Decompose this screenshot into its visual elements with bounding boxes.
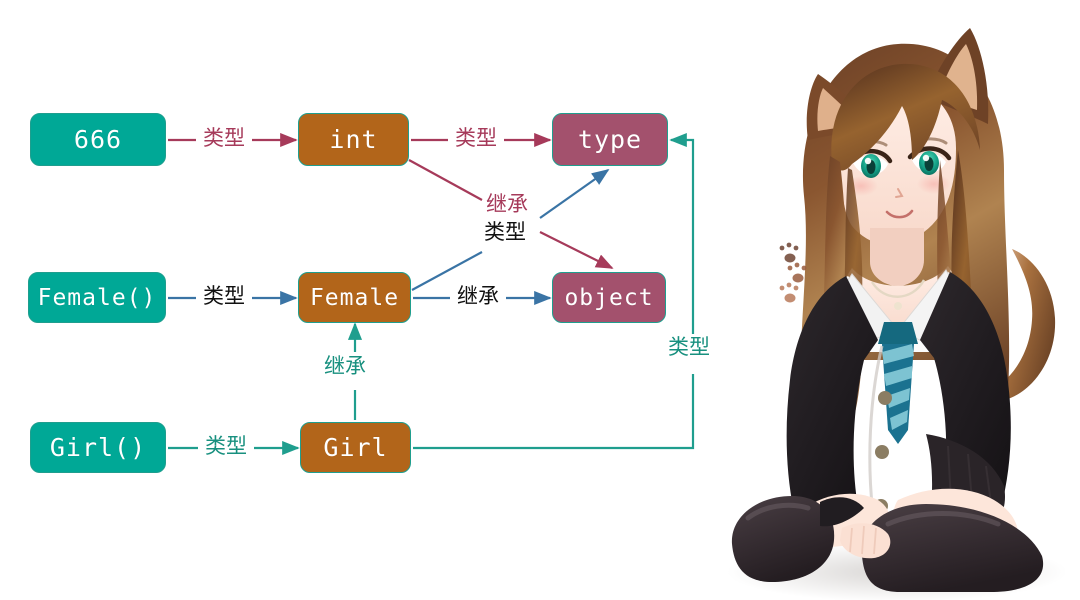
- node-object[interactable]: object: [552, 272, 666, 323]
- edge-label-girlcall-girl: 类型: [205, 434, 247, 458]
- catgirl-artwork: [727, 28, 1067, 600]
- pawprint-icon-1: [779, 242, 799, 263]
- node-female[interactable]: Female: [298, 272, 411, 323]
- edge-label-666-int: 类型: [203, 126, 245, 150]
- edge-label-female-object: 继承: [457, 284, 499, 308]
- node-666[interactable]: 666: [30, 113, 166, 166]
- edge-label-femalecall-female: 类型: [203, 284, 245, 308]
- node-girl-call[interactable]: Girl(): [30, 422, 166, 473]
- node-girl[interactable]: Girl: [300, 422, 411, 473]
- neck: [870, 228, 924, 286]
- edge-label-girl-female: 继承: [324, 354, 366, 378]
- pawprint-icon-3: [779, 282, 799, 303]
- necklace-pendant: [894, 302, 902, 310]
- node-int[interactable]: int: [298, 113, 409, 166]
- edge-label-int-object: 继承: [486, 192, 528, 216]
- blush-right: [917, 174, 951, 194]
- pawprint-icon-2: [787, 262, 807, 283]
- edge-label-int-type: 类型: [455, 126, 497, 150]
- diagram-page: 666 int type Female() Female object Girl…: [0, 0, 1080, 600]
- node-female-call[interactable]: Female(): [28, 272, 166, 323]
- cardigan-left: [786, 276, 878, 527]
- necktie-knot: [878, 322, 918, 344]
- edge-label-girl-type: 类型: [668, 335, 710, 359]
- node-type[interactable]: type: [552, 113, 668, 166]
- anime-catgirl-illustration: [712, 0, 1080, 600]
- edge-label-female-type: 类型: [484, 220, 526, 244]
